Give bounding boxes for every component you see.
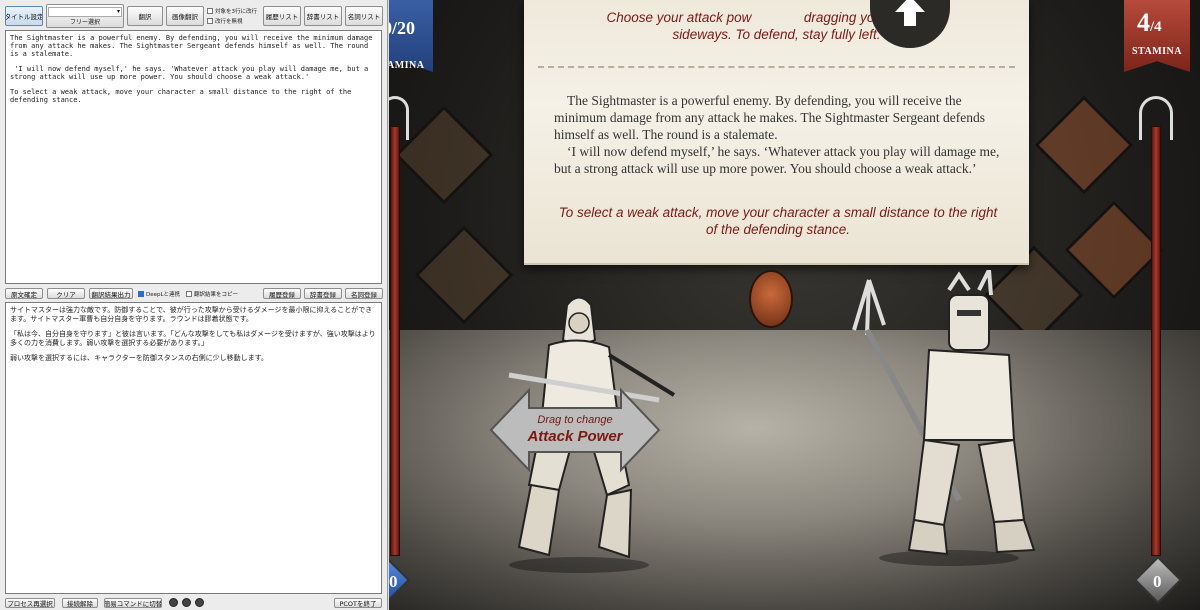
play-icon[interactable]: [169, 598, 178, 607]
drag-hint-line2: Attack Power: [527, 428, 623, 445]
noun-register-button[interactable]: 名詞登録: [345, 288, 383, 299]
dropdown-field[interactable]: ▾: [48, 6, 122, 17]
story-text: The Sightmaster is a powerful enemy. By …: [554, 92, 1002, 177]
source-text-area[interactable]: The Sightmaster is a powerful enemy. By …: [5, 30, 382, 284]
reselect-process-button[interactable]: プロセス再選択: [5, 598, 55, 608]
arrow-up-icon: [895, 0, 925, 26]
source-paragraph: 'I will now defend myself,' he says. 'Wh…: [10, 65, 373, 81]
source-paragraph: The Sightmaster is a powerful enemy. By …: [10, 34, 377, 58]
gauge-rod: [390, 126, 400, 556]
deepl-link-checkbox[interactable]: DeepLと連携: [138, 290, 180, 298]
translate-button[interactable]: 翻訳: [127, 6, 163, 26]
checkbox-box[interactable]: [207, 18, 213, 24]
chevron-down-icon: ▾: [116, 7, 120, 15]
sightmaster-figure: [852, 270, 1036, 566]
simple-command-button[interactable]: 簡易コマンドに切替: [104, 598, 162, 608]
title-settings-button[interactable]: タイトル設定: [5, 6, 43, 26]
bg-tile: [394, 105, 494, 205]
checkbox-box[interactable]: [207, 8, 213, 14]
enemy-stamina: 4 /4: [1137, 8, 1162, 38]
drag-hint-line1: Drag to change: [537, 414, 613, 426]
story-paragraph: ‘I will now defend myself,’ he says. ‘Wh…: [554, 144, 1000, 176]
dictionary-list-button[interactable]: 辞書リスト: [304, 6, 342, 26]
game-view: 0 0 0/20 AMINA 4 /4 STAMINA Choose your …: [389, 0, 1200, 610]
history-list-button[interactable]: 履歴リスト: [263, 6, 301, 26]
checkbox-label: 改行を無視: [215, 19, 243, 25]
instruction-text: To select a weak attack, move your chara…: [558, 205, 998, 237]
checkbox-label: DeepLと連携: [146, 292, 181, 298]
checkbox-box[interactable]: [186, 291, 192, 297]
attack-hint: Choose your attack pow dragging your cha…: [524, 9, 1029, 43]
story-parchment: Choose your attack pow dragging your cha…: [524, 0, 1029, 265]
player-power-gauge: [389, 96, 409, 566]
translation-text-area[interactable]: サイトマスターは強力な敵です。防御することで、彼が行った攻撃から受けるダメージを…: [5, 302, 382, 594]
copy-result-checkbox[interactable]: 翻訳結果をコピー: [186, 290, 238, 298]
attack-hint-part: Choose your attack pow: [606, 10, 752, 25]
translator-panel: タイトル設定 ▾ フリー選択 翻訳 画像翻訳 対象を3行に改行 改行を無視 履歴…: [0, 0, 388, 610]
bg-tile: [1034, 95, 1134, 195]
exit-pcot-button[interactable]: PCOTを終了: [334, 598, 382, 608]
wrap-three-lines-checkbox[interactable]: 対象を3行に改行: [207, 7, 257, 15]
clear-button[interactable]: クリア: [47, 288, 85, 299]
checkbox-label: 翻訳結果をコピー: [194, 292, 239, 298]
dropdown-label: フリー選択: [69, 18, 100, 26]
story-paragraph: The Sightmaster is a powerful enemy. By …: [554, 93, 986, 142]
translation-paragraph: 「私は今、自分自身を守ります」と彼は言います。「どんな攻撃をしても私はダメージを…: [10, 330, 376, 347]
player-power-value: 0: [389, 572, 398, 591]
player-stamina-value: 0/20: [389, 18, 416, 38]
checkbox-label: 対象を3行に改行: [215, 9, 257, 15]
enemy-power-gauge: [1139, 96, 1173, 566]
player-stamina-label: AMINA: [389, 60, 425, 71]
translation-paragraph: 弱い攻撃を選択するには、キャラクターを防御スタンスの右側に少し移動します。: [10, 354, 268, 362]
translation-paragraph: サイトマスターは強力な敵です。防御することで、彼が行った攻撃から受けるダメージを…: [10, 306, 373, 323]
dictionary-register-button[interactable]: 辞書登録: [304, 288, 342, 299]
attack-hint-part: sideways. To defend, stay fully left.: [672, 27, 881, 42]
enemy-token: [749, 270, 793, 328]
pause-icon[interactable]: [182, 598, 191, 607]
stop-icon[interactable]: [195, 598, 204, 607]
parchment-stitch: [538, 66, 1015, 68]
checkbox-box[interactable]: [138, 291, 144, 297]
enemy-stamina-label: STAMINA: [1132, 46, 1182, 57]
image-translate-button[interactable]: 画像翻訳: [166, 6, 204, 26]
history-register-button[interactable]: 履歴登録: [263, 288, 301, 299]
enemy-stamina-current: 4: [1137, 8, 1150, 37]
output-translation-button[interactable]: 翻訳結果出力: [89, 288, 133, 299]
confirm-source-button[interactable]: 原文確定: [5, 288, 43, 299]
enemy-stamina-max: /4: [1150, 19, 1162, 35]
ignore-newline-checkbox[interactable]: 改行を無視: [207, 17, 243, 25]
dropdown-select[interactable]: ▾ フリー選択: [46, 4, 124, 28]
attack-power-drag-handle[interactable]: Drag to change Attack Power: [489, 384, 661, 476]
enemy-power-value: 0: [1153, 572, 1162, 591]
noun-list-button[interactable]: 名詞リスト: [345, 6, 383, 26]
disconnect-button[interactable]: 接続解除: [62, 598, 98, 608]
source-paragraph: To select a weak attack, move your chara…: [10, 88, 356, 104]
gauge-rod: [1151, 126, 1161, 556]
